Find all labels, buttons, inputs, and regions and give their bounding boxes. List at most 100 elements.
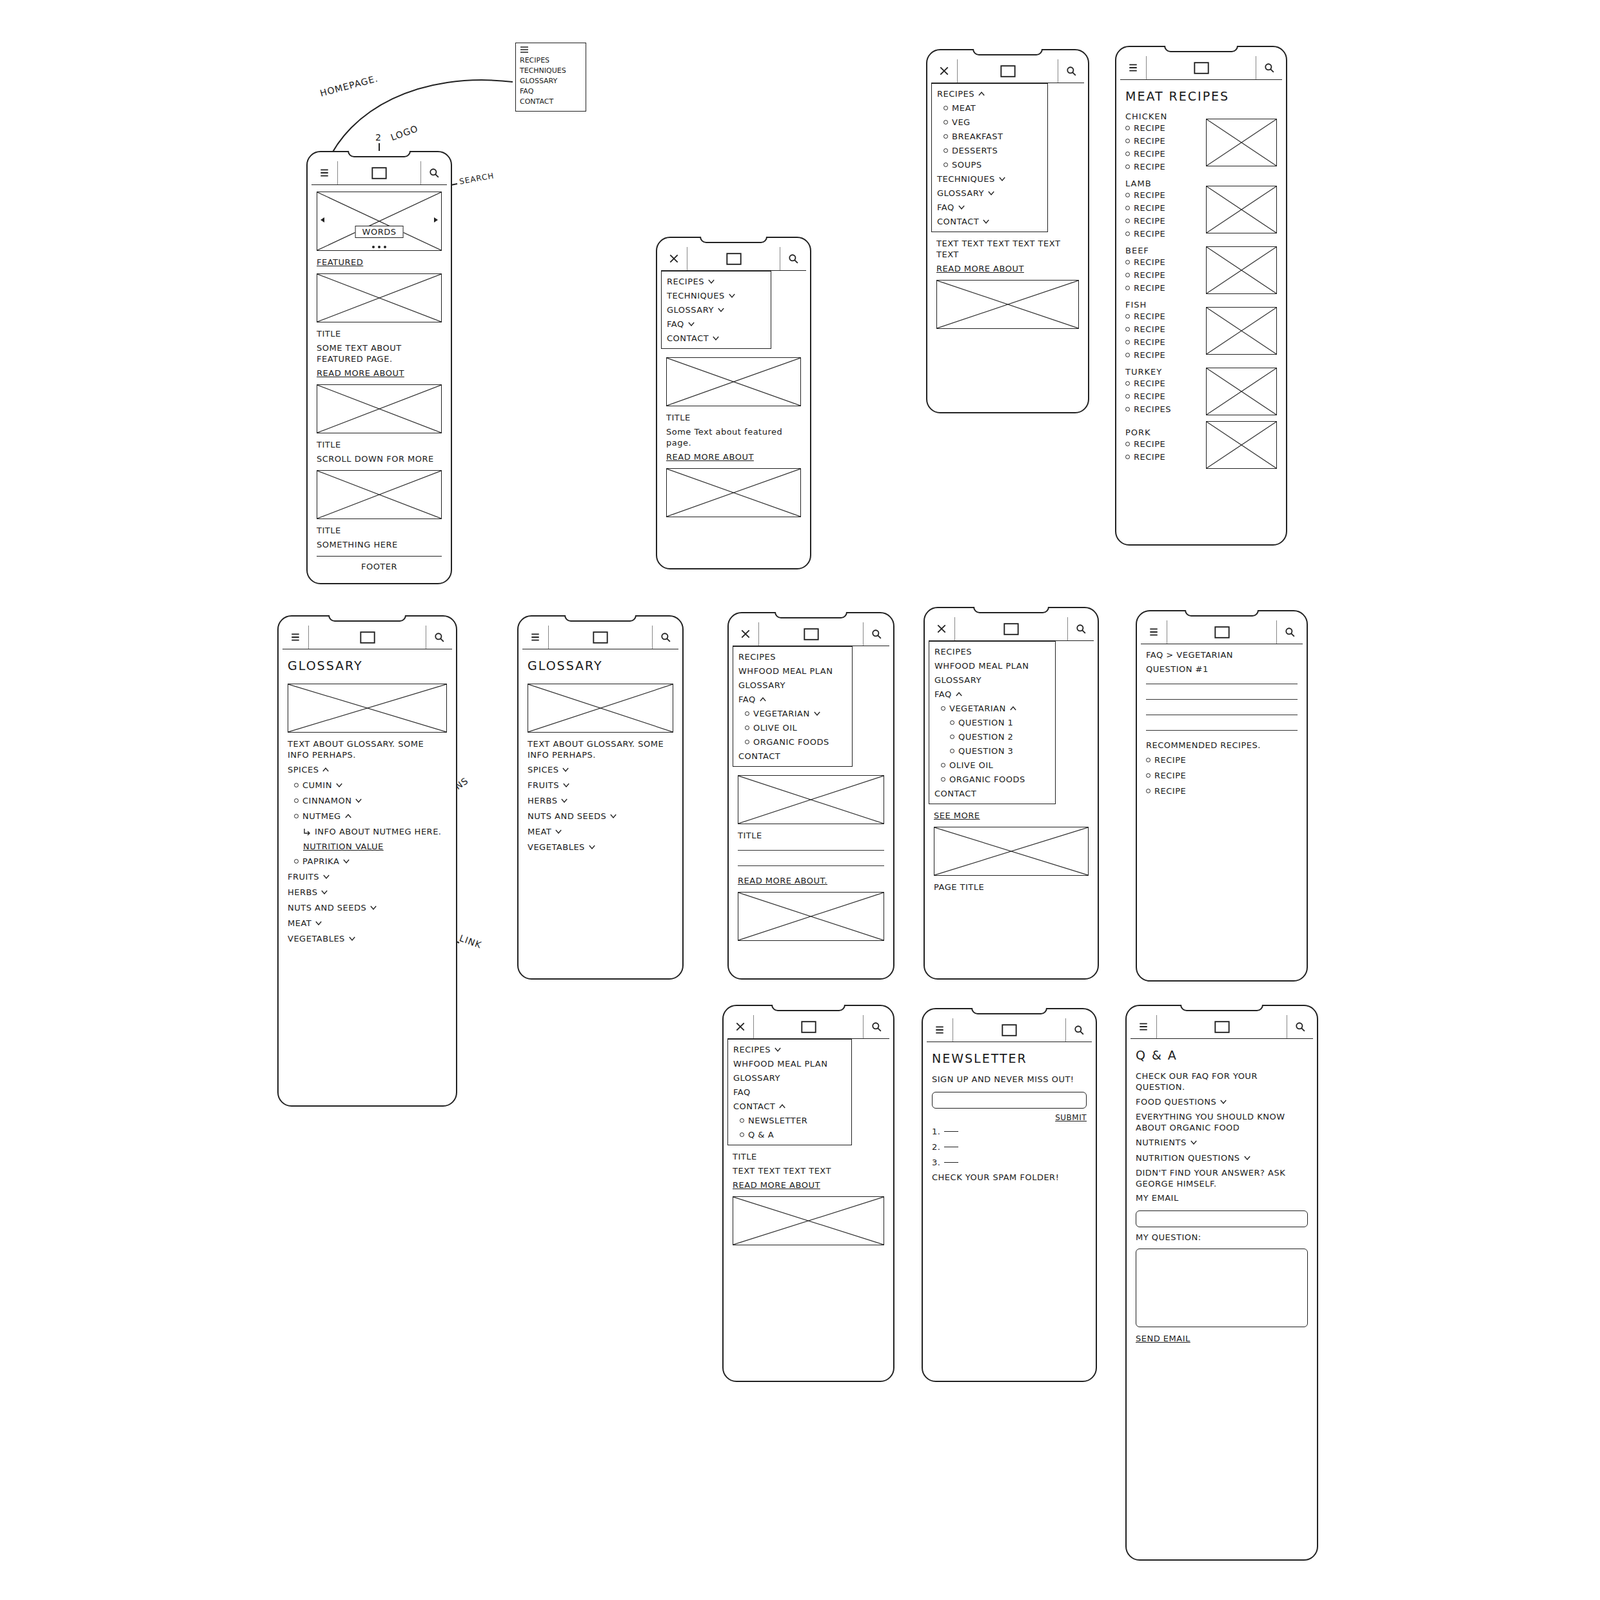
search-icon[interactable] xyxy=(788,253,799,264)
logo-icon[interactable] xyxy=(1001,1024,1018,1037)
search-button[interactable] xyxy=(863,622,890,646)
dropdown-toggle[interactable]: RECIPES xyxy=(937,87,1043,100)
menu-button[interactable] xyxy=(311,161,338,185)
menu-button[interactable] xyxy=(926,1018,953,1042)
carousel-dots[interactable] xyxy=(372,245,387,249)
recipe-link[interactable]: RECIPE xyxy=(1125,281,1203,295)
logo-icon[interactable] xyxy=(359,631,376,644)
dropdown-toggle[interactable]: CUMIN xyxy=(287,779,447,792)
logo[interactable] xyxy=(1145,56,1257,80)
link[interactable]: READ MORE ABOUT xyxy=(936,263,1079,275)
search-icon[interactable] xyxy=(660,632,671,643)
recipe-link[interactable]: RECIPE xyxy=(1125,437,1203,451)
search-icon[interactable] xyxy=(1284,626,1295,638)
text-input[interactable] xyxy=(1135,1210,1308,1228)
menu-entry[interactable]: GLOSSARY xyxy=(934,673,1050,687)
hamburger-icon[interactable] xyxy=(530,632,541,643)
dropdown-toggle[interactable]: TECHNIQUES xyxy=(937,172,1043,186)
list-item[interactable]: NEWSLETTER xyxy=(733,1114,847,1127)
menu-button[interactable] xyxy=(1140,620,1167,644)
list-item[interactable]: QUESTION 3 xyxy=(934,744,1050,758)
list-item[interactable]: RECIPE xyxy=(1145,769,1298,782)
close-button[interactable] xyxy=(661,246,687,271)
list-item[interactable]: ORGANIC FOODS xyxy=(738,735,847,749)
search-icon[interactable] xyxy=(871,1021,882,1032)
hamburger-icon[interactable] xyxy=(1138,1021,1149,1032)
logo-icon[interactable] xyxy=(1214,1020,1230,1034)
recipe-link[interactable]: RECIPE xyxy=(1125,268,1203,282)
search-button[interactable] xyxy=(863,1015,890,1039)
logo[interactable] xyxy=(308,625,427,649)
dropdown-toggle[interactable]: CONTACT xyxy=(666,332,766,345)
dropdown-toggle[interactable]: NUTRIENTS xyxy=(1135,1136,1308,1149)
logo[interactable] xyxy=(1156,1015,1288,1039)
logo-icon[interactable] xyxy=(1000,65,1016,78)
list-item[interactable]: VEG xyxy=(937,116,1043,129)
dropdown-toggle[interactable]: CINNAMON xyxy=(287,794,447,807)
list-item[interactable]: QUESTION 2 xyxy=(934,730,1050,743)
logo-icon[interactable] xyxy=(1193,61,1210,75)
dropdown-toggle[interactable]: VEGETABLES xyxy=(287,932,447,945)
dropdown-toggle[interactable]: GLOSSARY xyxy=(937,187,1043,200)
list-item[interactable]: SOUPS xyxy=(937,158,1043,171)
search-button[interactable] xyxy=(1067,617,1094,641)
link[interactable]: READ MORE ABOUT xyxy=(316,367,442,379)
search-icon[interactable] xyxy=(1066,65,1077,77)
hamburger-icon[interactable] xyxy=(290,632,301,643)
dropdown-toggle[interactable]: SPICES xyxy=(527,763,674,776)
list-item[interactable]: OLIVE OIL xyxy=(934,759,1050,772)
link[interactable]: FEATURED xyxy=(316,256,442,268)
hamburger-icon[interactable] xyxy=(1127,62,1139,73)
menu-entry[interactable]: WHFOOD MEAL PLAN xyxy=(934,659,1050,672)
dropdown-toggle[interactable]: PAPRIKA xyxy=(287,855,447,868)
logo[interactable] xyxy=(1166,620,1277,644)
dropdown-toggle[interactable]: FAQ xyxy=(738,693,847,706)
menu-entry[interactable]: CONTACT xyxy=(738,750,847,763)
close-button[interactable] xyxy=(931,59,958,83)
search-icon[interactable] xyxy=(1075,623,1087,634)
dropdown-toggle[interactable]: VEGETARIAN xyxy=(738,707,847,720)
recipe-link[interactable]: RECIPE xyxy=(1125,335,1203,349)
recipe-link[interactable]: RECIPE xyxy=(1125,201,1203,215)
logo[interactable] xyxy=(753,1015,864,1039)
list-item[interactable]: ORGANIC FOODS xyxy=(934,773,1050,786)
menu-entry[interactable]: FAQ xyxy=(733,1086,847,1099)
dropdown-toggle[interactable]: RECIPES xyxy=(666,275,766,288)
menu-entry[interactable]: GLOSSARY xyxy=(733,1071,847,1085)
close-icon[interactable] xyxy=(740,628,751,640)
dropdown-toggle[interactable]: HERBS xyxy=(527,794,674,807)
dropdown-toggle[interactable]: NUTRITION QUESTIONS xyxy=(1135,1151,1308,1165)
dropdown-toggle[interactable]: FRUITS xyxy=(287,870,447,883)
dropdown-toggle[interactable]: HERBS xyxy=(287,886,447,899)
menu-button[interactable] xyxy=(1120,56,1146,80)
list-item[interactable]: OLIVE OIL xyxy=(738,721,847,734)
menu-entry[interactable]: WHFOOD MEAL PLAN xyxy=(733,1057,847,1070)
logo-icon[interactable] xyxy=(1214,626,1230,639)
text-input[interactable] xyxy=(931,1091,1087,1109)
menu-button[interactable] xyxy=(1130,1015,1157,1039)
link[interactable]: READ MORE ABOUT. xyxy=(737,875,885,887)
link[interactable]: SEND EMAIL xyxy=(1135,1333,1308,1344)
search-button[interactable] xyxy=(421,161,447,185)
search-button[interactable] xyxy=(1058,59,1085,83)
dropdown-toggle[interactable]: NUTS AND SEEDS xyxy=(287,901,447,914)
logo-icon[interactable] xyxy=(1003,622,1019,636)
hamburger-icon[interactable] xyxy=(319,167,330,178)
search-button[interactable] xyxy=(1066,1018,1092,1042)
menu-entry[interactable]: WHFOOD MEAL PLAN xyxy=(738,664,847,678)
recipe-link[interactable]: RECIPE xyxy=(1125,227,1203,240)
carousel[interactable]: WORDS xyxy=(316,191,442,251)
search-icon[interactable] xyxy=(434,632,445,643)
dropdown-toggle[interactable]: RECIPES xyxy=(733,1043,847,1056)
logo-icon[interactable] xyxy=(803,628,820,641)
logo[interactable] xyxy=(758,622,864,646)
menu-entry[interactable]: GLOSSARY xyxy=(738,679,847,692)
logo[interactable] xyxy=(686,246,781,271)
search-button[interactable] xyxy=(780,246,807,271)
recipe-link[interactable]: RECIPE xyxy=(1125,310,1203,323)
logo[interactable] xyxy=(957,59,1059,83)
list-item[interactable]: DESSERTS xyxy=(937,144,1043,157)
dropdown-toggle[interactable]: CONTACT xyxy=(733,1100,847,1113)
close-icon[interactable] xyxy=(936,623,947,634)
search-button[interactable] xyxy=(1287,1015,1314,1039)
